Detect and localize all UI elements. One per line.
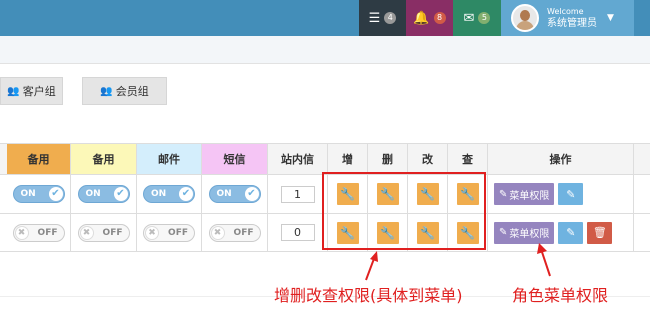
tasks-icon: ☰ — [368, 10, 381, 26]
user-greeting: Welcome — [547, 7, 584, 16]
role-menu-annotation: 角色菜单权限 — [512, 286, 609, 305]
header-cell: 删 — [368, 144, 408, 174]
header-cell: 增 — [328, 144, 368, 174]
user-menu[interactable]: Welcome 系统管理员 ▼ — [501, 0, 634, 36]
avatar — [511, 4, 539, 32]
x-icon: ✖ — [14, 225, 29, 240]
header-cell: 邮件 — [137, 144, 202, 174]
tab-customer-group[interactable]: 👥 客户组 — [0, 77, 63, 105]
count-input[interactable]: 1 — [280, 185, 315, 203]
users-icon: 👥 — [7, 85, 20, 97]
edit-button[interactable]: ✎ — [558, 183, 584, 205]
tab-label: 会员组 — [115, 85, 149, 98]
toggle-switch[interactable]: ON ✔ — [143, 185, 195, 203]
header-cell: 短信 — [202, 144, 268, 174]
toggle-switch[interactable]: ✖ OFF — [208, 223, 261, 242]
pencil-icon: ✎ — [499, 188, 508, 200]
pencil-icon: ✎ — [499, 227, 508, 238]
delete-button[interactable]: 🗑 — [587, 221, 613, 244]
edit-button[interactable]: ✎ — [558, 221, 584, 244]
header-cell: 操作 — [488, 144, 634, 174]
tasks-badge: 4 — [384, 12, 397, 24]
check-icon: ✔ — [179, 187, 193, 201]
users-icon: 👥 — [100, 85, 113, 97]
trash-icon: 🗑 — [592, 226, 607, 239]
user-name: 系统管理员 — [547, 18, 597, 29]
crud-annotation: 增删改查权限(具体到菜单) — [274, 286, 463, 305]
toggle-switch[interactable]: ✖ OFF — [77, 223, 130, 242]
header-cell: 查 — [448, 144, 488, 174]
top-navbar: ☰ 4 🔔 8 ✉ 5 Welcome 系统管理员 ▼ — [0, 0, 650, 36]
envelope-icon: ✉ — [463, 10, 475, 26]
crud-highlight-box — [322, 172, 486, 250]
messages-menu[interactable]: ✉ 5 — [453, 0, 501, 36]
toggle-switch[interactable]: ✖ OFF — [143, 223, 195, 242]
edit-icon: ✎ — [566, 187, 576, 201]
tab-label: 客户组 — [22, 85, 56, 98]
edit-icon: ✎ — [566, 226, 576, 239]
check-icon: ✔ — [244, 187, 259, 201]
arrow-icon — [365, 251, 378, 281]
menu-permission-button[interactable]: ✎ 菜单权限 — [494, 183, 555, 205]
header-cell: 备用 — [71, 144, 137, 174]
breadcrumb-bar — [0, 36, 650, 64]
x-icon: ✖ — [79, 225, 94, 240]
toggle-switch[interactable]: ✖ OFF — [12, 223, 65, 242]
check-icon: ✔ — [48, 187, 63, 201]
toggle-switch[interactable]: ON ✔ — [208, 185, 261, 203]
toggle-switch[interactable]: ON ✔ — [12, 185, 65, 203]
header-cell: 站内信 — [268, 144, 328, 174]
tab-member-group[interactable]: 👥 会员组 — [82, 77, 167, 105]
header-cell: 备用 — [7, 144, 71, 174]
arrow-icon — [537, 243, 551, 277]
notifications-badge: 8 — [433, 12, 446, 24]
x-icon: ✖ — [145, 225, 159, 240]
toggle-switch[interactable]: ON ✔ — [77, 185, 130, 203]
messages-badge: 5 — [478, 12, 491, 24]
header-cell: 改 — [408, 144, 448, 174]
permission-table: 备用 备用 邮件 短信 站内信 增 删 改 查 操作 ON ✔ ON ✔ ON ✔ O… — [0, 143, 650, 252]
check-icon: ✔ — [113, 187, 128, 201]
x-icon: ✖ — [210, 225, 225, 240]
bell-icon: 🔔 — [413, 10, 430, 26]
caret-down-icon: ▼ — [607, 13, 614, 23]
count-input[interactable]: 0 — [280, 224, 315, 241]
tasks-menu[interactable]: ☰ 4 — [359, 0, 406, 36]
notifications-menu[interactable]: 🔔 8 — [406, 0, 453, 36]
menu-permission-button[interactable]: ✎ 菜单权限 — [494, 221, 555, 244]
table-header-row: 备用 备用 邮件 短信 站内信 增 删 改 查 操作 — [0, 144, 650, 175]
